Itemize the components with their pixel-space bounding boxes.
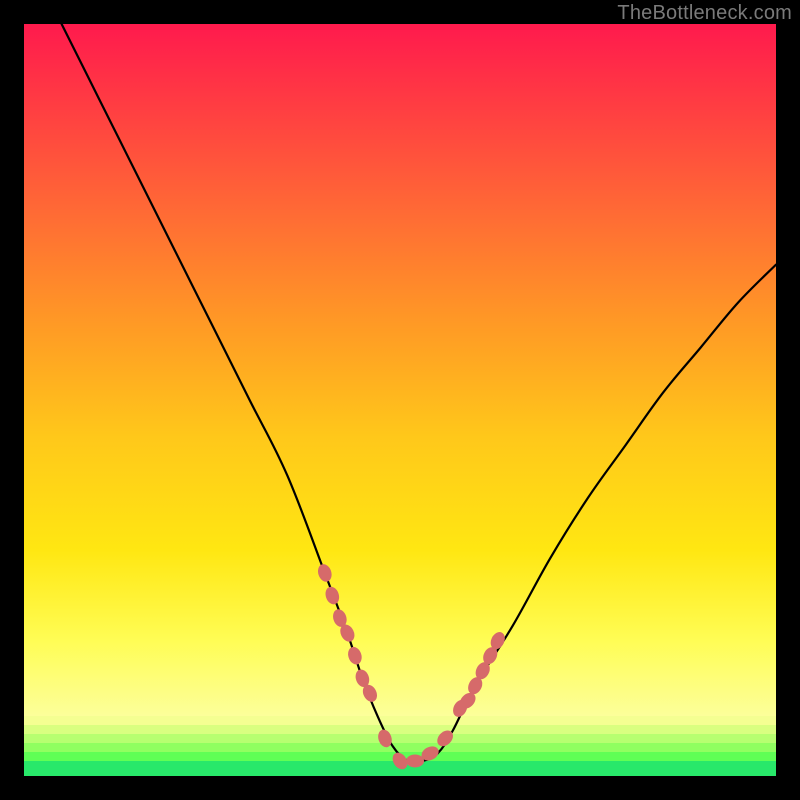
marker-dot (346, 645, 364, 666)
plot-area (24, 24, 776, 776)
watermark-text: TheBottleneck.com (617, 2, 792, 25)
marker-dots (316, 562, 508, 772)
chart-frame: TheBottleneck.com (0, 0, 800, 800)
chart-svg (24, 24, 776, 776)
bottleneck-curve (62, 24, 776, 763)
marker-dot (316, 562, 334, 583)
marker-dot (406, 754, 424, 767)
marker-dot (323, 585, 341, 606)
